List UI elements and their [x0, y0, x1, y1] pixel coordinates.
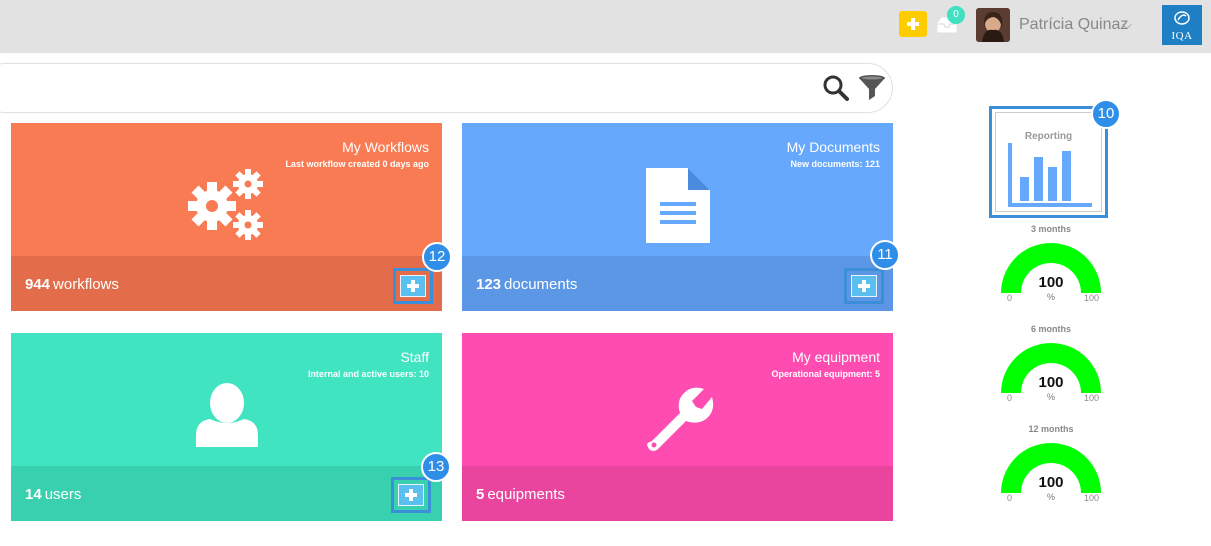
- step-badge: 12: [422, 242, 452, 272]
- gauge-max: 100: [1084, 393, 1100, 403]
- card-subtitle: Internal and active users: 10: [307, 369, 429, 379]
- card-title: Staff: [400, 349, 429, 365]
- gauge-min: 0: [1007, 493, 1013, 503]
- gauge-value: 100: [1038, 274, 1064, 291]
- search-input[interactable]: [0, 63, 893, 113]
- search-icon[interactable]: [822, 74, 850, 102]
- bar-chart-icon: [1008, 143, 1092, 207]
- equipment-card[interactable]: My equipment Operational equipment: 5 5e…: [462, 333, 893, 521]
- gauge-max: 100: [1084, 493, 1100, 503]
- card-subtitle: Operational equipment: 5: [771, 369, 880, 379]
- document-icon: [646, 168, 710, 248]
- gauge-max: 100: [1084, 293, 1100, 303]
- reporting-label: Reporting: [1024, 131, 1073, 142]
- documents-card[interactable]: My Documents New documents: 121 123 docum…: [462, 123, 893, 311]
- user-name[interactable]: Patrícia Quinaz: [1019, 16, 1128, 34]
- card-footer: 14 users: [11, 466, 442, 521]
- quick-add-button[interactable]: [899, 11, 927, 37]
- step-badge: 11: [870, 240, 900, 270]
- chevron-down-icon[interactable]: ⌵: [1122, 17, 1132, 33]
- card-title: My equipment: [792, 349, 880, 365]
- logo-emblem-icon: [1174, 11, 1190, 25]
- equipments-count: 5 equipments: [476, 486, 565, 503]
- card-title: My Documents: [786, 139, 880, 155]
- user-icon: [196, 383, 258, 452]
- top-bar: 0 Patrícia Quinaz ⌵ IQA: [0, 0, 1211, 53]
- reporting-button[interactable]: Reporting: [989, 106, 1108, 218]
- filter-icon[interactable]: [857, 74, 887, 102]
- card-subtitle: Last workflow created 0 days ago: [285, 159, 429, 169]
- users-count: 14 users: [25, 486, 82, 503]
- company-logo[interactable]: IQA: [1162, 5, 1202, 45]
- gears-icon: [186, 168, 268, 248]
- gauge-3-months: 3 months 100 % 0 100: [992, 224, 1110, 319]
- avatar[interactable]: [976, 8, 1010, 42]
- workflows-card[interactable]: My Workflows Last workflow created 0 day…: [11, 123, 442, 311]
- notification-badge: 0: [947, 6, 965, 24]
- card-footer: 944 workflows: [11, 256, 442, 311]
- add-workflow-button[interactable]: [393, 268, 433, 304]
- gauge-period: 12 months: [1028, 424, 1074, 434]
- card-footer: 5 equipments: [462, 466, 893, 521]
- gauge-6-months: 6 months 100 % 0 100: [992, 324, 1110, 419]
- staff-card[interactable]: Staff Internal and active users: 10 14 us…: [11, 333, 442, 521]
- card-footer: 123 documents: [462, 256, 893, 311]
- step-badge: 10: [1091, 99, 1121, 129]
- card-title: My Workflows: [342, 139, 429, 155]
- gauge-period: 3 months: [1030, 224, 1071, 234]
- add-user-button[interactable]: [391, 477, 431, 513]
- step-badge: 13: [421, 452, 451, 482]
- wrench-icon: [642, 383, 714, 460]
- logo-text: IQA: [1171, 30, 1193, 42]
- gauge-value: 100: [1038, 374, 1064, 391]
- gauge-period: 6 months: [1030, 324, 1071, 334]
- reporting-tile: Reporting: [995, 112, 1102, 212]
- gauge-min: 0: [1007, 293, 1013, 303]
- documents-count: 123 documents: [476, 276, 578, 293]
- gauge-value: 100: [1038, 474, 1064, 491]
- gauge-min: 0: [1007, 393, 1013, 403]
- gauge-12-months: 12 months 100 % 0 100: [992, 424, 1110, 519]
- workflows-count: 944 workflows: [25, 276, 119, 293]
- add-document-button[interactable]: [844, 268, 884, 304]
- card-subtitle: New documents: 121: [790, 159, 880, 169]
